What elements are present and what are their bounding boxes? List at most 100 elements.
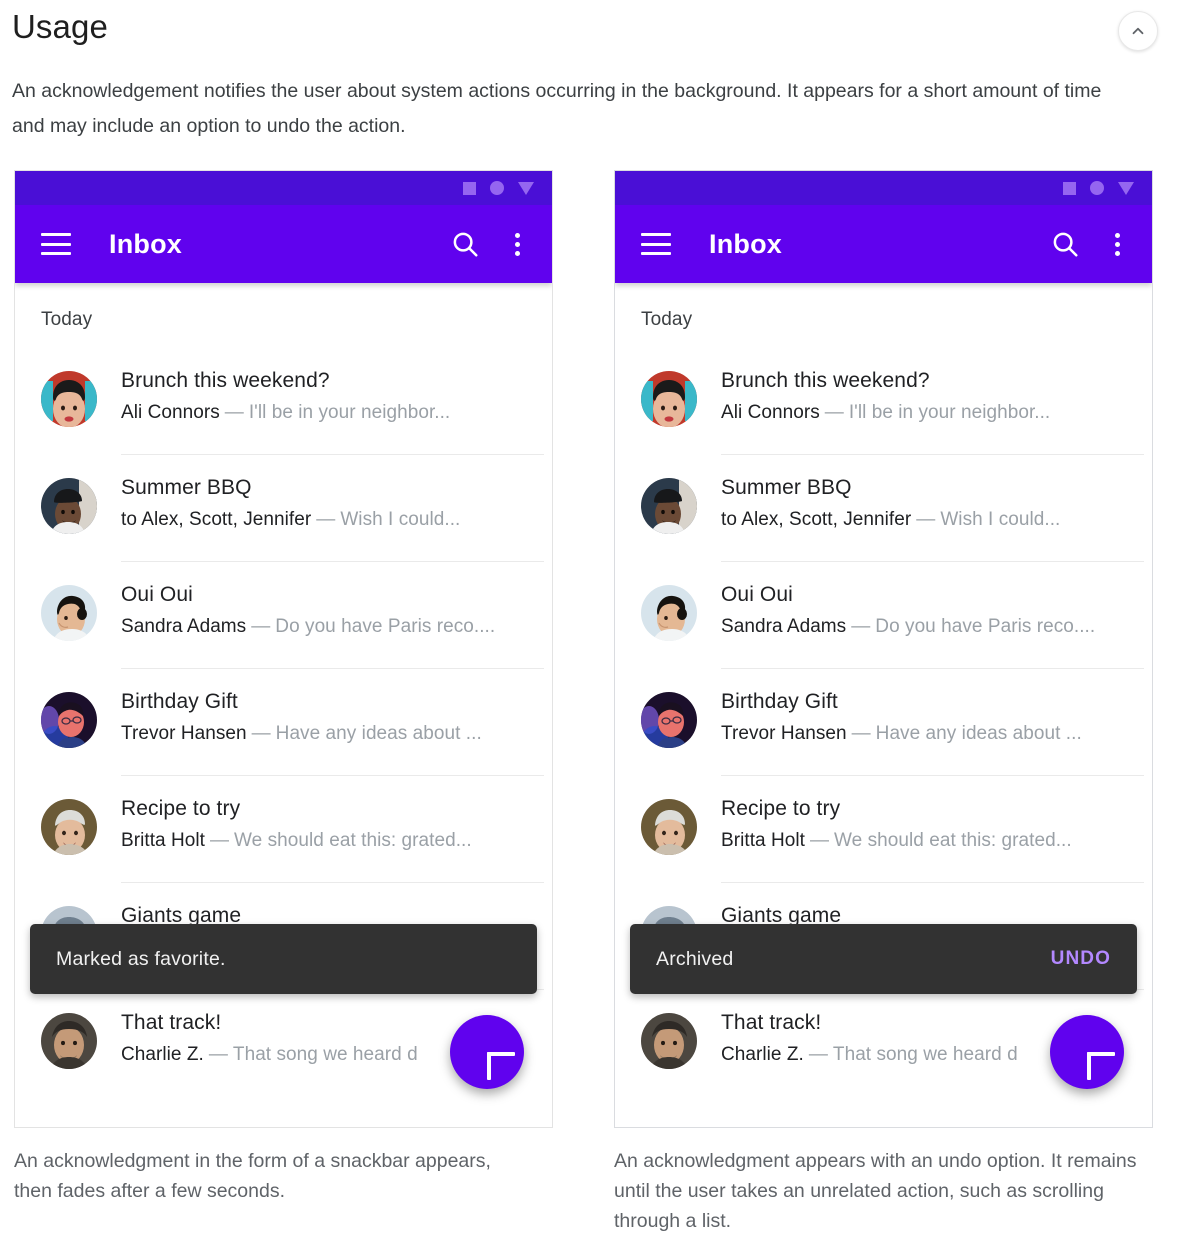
avatar-ali-connors	[641, 371, 697, 427]
page-title: Usage	[12, 8, 108, 45]
mail-sender: Ali Connors	[721, 402, 820, 423]
mail-preview: Wish I could...	[340, 509, 461, 530]
mail-dash: —	[809, 830, 830, 851]
mail-list-left[interactable]: Today Brunch this weekend? Ali Connors — I…	[15, 283, 552, 1127]
search-icon[interactable]	[450, 229, 480, 259]
circle-icon	[490, 181, 504, 195]
mail-subject: Summer BBQ	[121, 476, 252, 499]
collapse-section-button[interactable]	[1118, 11, 1158, 51]
mail-preview: We should eat this: grated...	[834, 830, 1072, 851]
list-item[interactable]: Summer BBQ to Alex, Scott, Jennifer — Wish…	[615, 454, 1152, 561]
mail-sender: Charlie Z.	[121, 1044, 204, 1065]
mail-dash: —	[851, 723, 871, 744]
mail-subject: That track!	[721, 1011, 822, 1034]
mail-dash: —	[316, 509, 336, 530]
hamburger-menu-icon[interactable]	[641, 233, 671, 255]
list-item[interactable]: Birthday Gift Trevor Hansen — Have any ide…	[615, 668, 1152, 775]
list-item[interactable]: Oui Oui Sandra Adams — Do you have Paris r…	[615, 561, 1152, 668]
avatar-summer-bbq	[41, 478, 97, 534]
mail-dash: —	[851, 616, 871, 637]
app-bar-left: Inbox	[15, 205, 552, 283]
snackbar-message: Archived	[656, 947, 734, 970]
snackbar-left: Marked as favorite.	[30, 924, 537, 994]
phone-mockup-snackbar: Inbox Today Brunch this weekend? Ali Con…	[14, 170, 553, 1128]
mail-preview: Wish I could...	[940, 509, 1061, 530]
phone-frame-left: Inbox Today Brunch this weekend? Ali Con…	[14, 170, 553, 1128]
avatar-ali-connors	[41, 371, 97, 427]
chevron-up-icon	[1129, 22, 1147, 40]
mail-sender: Sandra Adams	[721, 616, 847, 637]
mail-sender: to Alex, Scott, Jennifer	[721, 509, 912, 530]
avatar-sandra-adams	[41, 585, 97, 641]
avatar-britta-holt	[641, 799, 697, 855]
mail-subject: Summer BBQ	[721, 476, 852, 499]
triangle-down-icon	[1118, 181, 1134, 195]
mail-preview: We should eat this: grated...	[234, 830, 472, 851]
mail-sender: to Alex, Scott, Jennifer	[121, 509, 312, 530]
phone-frame-right: Inbox Today Brunch this weekend? Ali Con…	[614, 170, 1153, 1128]
list-item[interactable]: Brunch this weekend? Ali Connors — I'll be…	[15, 347, 552, 454]
more-vertical-icon[interactable]	[504, 229, 530, 259]
mail-preview: I'll be in your neighbor...	[248, 402, 451, 423]
snackbar-undo-button[interactable]: UNDO	[1051, 948, 1111, 970]
floating-action-button[interactable]	[1050, 1015, 1124, 1089]
square-icon	[1063, 181, 1076, 195]
list-item[interactable]: Oui Oui Sandra Adams — Do you have Paris r…	[15, 561, 552, 668]
mail-subject: Birthday Gift	[721, 690, 838, 713]
mail-subject: Brunch this weekend?	[121, 369, 330, 392]
mail-dash: —	[808, 1044, 828, 1065]
mail-sender: Trevor Hansen	[721, 723, 847, 744]
list-item[interactable]: Summer BBQ to Alex, Scott, Jennifer — Wish…	[15, 454, 552, 561]
list-item[interactable]: Brunch this weekend? Ali Connors — I'll be…	[615, 347, 1152, 454]
mail-list-right[interactable]: Today Brunch this weekend? Ali Connors — I…	[615, 283, 1152, 1127]
status-bar-right	[615, 171, 1152, 205]
mail-preview: That song we heard d	[232, 1044, 418, 1065]
mail-sender: Sandra Adams	[121, 616, 247, 637]
mail-subject: Oui Oui	[121, 583, 193, 606]
mail-preview: I'll be in your neighbor...	[848, 402, 1051, 423]
avatar-britta-holt	[41, 799, 97, 855]
mail-preview: Do you have Paris reco....	[875, 616, 1096, 637]
floating-action-button[interactable]	[450, 1015, 524, 1089]
list-item[interactable]: Recipe to try Britta Holt — We should eat …	[15, 775, 552, 882]
list-item[interactable]: Birthday Gift Trevor Hansen — Have any ide…	[15, 668, 552, 775]
section-description: An acknowledgement notifies the user abo…	[12, 80, 1102, 137]
caption-right: An acknowledgment appears with an undo o…	[614, 1150, 1137, 1232]
triangle-down-icon	[518, 181, 534, 195]
avatar-charlie-z	[641, 1013, 697, 1069]
app-bar-title: Inbox	[709, 228, 782, 259]
circle-icon	[1090, 181, 1104, 195]
phone-mockup-snackbar-undo: Inbox Today Brunch this weekend? Ali Con…	[614, 170, 1153, 1128]
list-item[interactable]: Recipe to try Britta Holt — We should eat …	[615, 775, 1152, 882]
status-bar-left	[15, 171, 552, 205]
avatar-trevor-hansen	[41, 692, 97, 748]
mail-subject: That track!	[121, 1011, 222, 1034]
snackbar-right: Archived UNDO	[630, 924, 1137, 994]
mail-sender: Charlie Z.	[721, 1044, 804, 1065]
avatar-sandra-adams	[641, 585, 697, 641]
hamburger-menu-icon[interactable]	[41, 233, 71, 255]
mail-subject: Recipe to try	[721, 797, 841, 820]
mail-subject: Recipe to try	[121, 797, 241, 820]
mail-subject: Brunch this weekend?	[721, 369, 930, 392]
avatar-charlie-z	[41, 1013, 97, 1069]
mail-dash: —	[251, 616, 271, 637]
app-bar-title: Inbox	[109, 228, 182, 259]
list-section-label: Today	[641, 309, 693, 330]
more-vertical-icon[interactable]	[1104, 229, 1130, 259]
caption-left: An acknowledgment in the form of a snack…	[14, 1150, 491, 1202]
mail-dash: —	[224, 402, 244, 423]
search-icon[interactable]	[1050, 229, 1080, 259]
mail-sender: Britta Holt	[121, 830, 205, 851]
mail-subject: Birthday Gift	[121, 690, 238, 713]
avatar-trevor-hansen	[641, 692, 697, 748]
mail-dash: —	[251, 723, 271, 744]
mail-subject: Oui Oui	[721, 583, 793, 606]
square-icon	[463, 181, 476, 195]
usage-section: Usage An acknowledgement notifies the us…	[0, 0, 1178, 1256]
mail-sender: Ali Connors	[121, 402, 220, 423]
mail-sender: Trevor Hansen	[121, 723, 247, 744]
mail-preview: Have any ideas about ...	[875, 723, 1082, 744]
app-bar-right: Inbox	[615, 205, 1152, 283]
mail-dash: —	[916, 509, 936, 530]
